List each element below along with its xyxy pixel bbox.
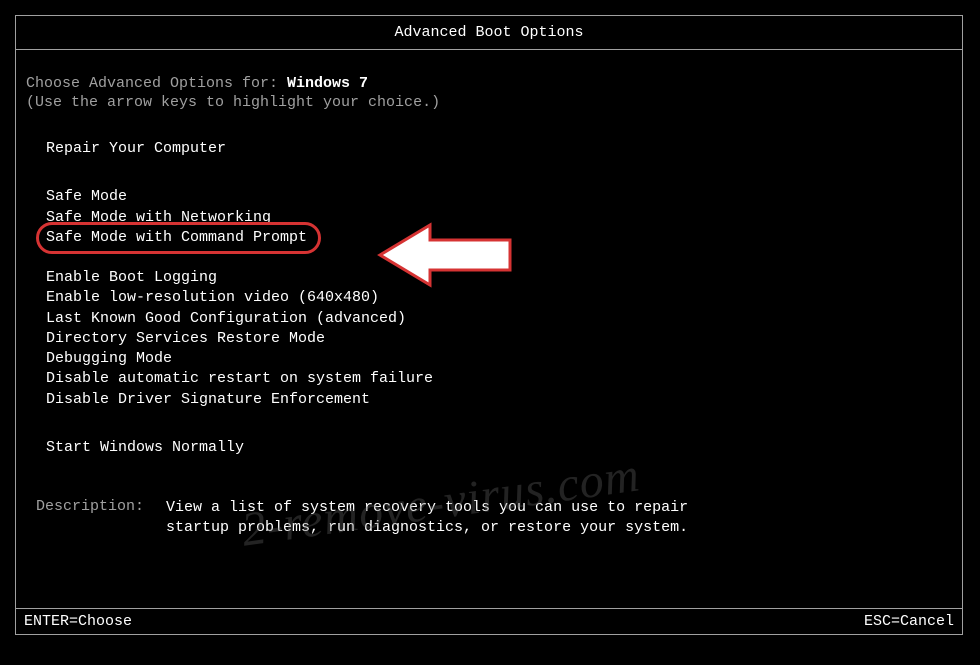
os-name: Windows 7 bbox=[287, 75, 368, 92]
screen-title: Advanced Boot Options bbox=[394, 24, 583, 41]
option-ds-restore[interactable]: Directory Services Restore Mode bbox=[46, 329, 952, 349]
option-debugging[interactable]: Debugging Mode bbox=[46, 349, 952, 369]
description-text: View a list of system recovery tools you… bbox=[166, 498, 726, 539]
option-low-res[interactable]: Enable low-resolution video (640x480) bbox=[46, 288, 952, 308]
option-safe-mode-networking[interactable]: Safe Mode with Networking bbox=[46, 208, 952, 228]
description-label: Description: bbox=[36, 498, 166, 539]
option-disable-driver-sig[interactable]: Disable Driver Signature Enforcement bbox=[46, 390, 952, 410]
repair-section: Repair Your Computer bbox=[26, 139, 952, 159]
option-repair[interactable]: Repair Your Computer bbox=[46, 139, 952, 159]
option-last-known[interactable]: Last Known Good Configuration (advanced) bbox=[46, 309, 952, 329]
content-area: Choose Advanced Options for: Windows 7 (… bbox=[16, 50, 962, 539]
arrow-hint: (Use the arrow keys to highlight your ch… bbox=[26, 94, 952, 111]
highlighted-option-wrapper: Safe Mode with Command Prompt bbox=[46, 228, 307, 248]
option-start-normally[interactable]: Start Windows Normally bbox=[46, 438, 952, 458]
footer-enter: ENTER=Choose bbox=[24, 613, 132, 630]
footer-esc: ESC=Cancel bbox=[864, 613, 954, 630]
boot-options-frame: Advanced Boot Options Choose Advanced Op… bbox=[15, 15, 963, 635]
description-block: Description: View a list of system recov… bbox=[26, 498, 952, 539]
option-safe-mode[interactable]: Safe Mode bbox=[46, 187, 952, 207]
choose-line: Choose Advanced Options for: Windows 7 bbox=[26, 75, 952, 92]
start-normal-section: Start Windows Normally bbox=[26, 438, 952, 458]
option-boot-logging[interactable]: Enable Boot Logging bbox=[46, 268, 952, 288]
other-options-section: Enable Boot Logging Enable low-resolutio… bbox=[26, 268, 952, 410]
option-safe-mode-cmd[interactable]: Safe Mode with Command Prompt bbox=[46, 228, 307, 248]
footer-bar: ENTER=Choose ESC=Cancel bbox=[16, 608, 962, 634]
choose-prefix: Choose Advanced Options for: bbox=[26, 75, 287, 92]
option-disable-restart[interactable]: Disable automatic restart on system fail… bbox=[46, 369, 952, 389]
title-bar: Advanced Boot Options bbox=[16, 16, 962, 50]
safe-mode-section: Safe Mode Safe Mode with Networking Safe… bbox=[26, 187, 952, 248]
